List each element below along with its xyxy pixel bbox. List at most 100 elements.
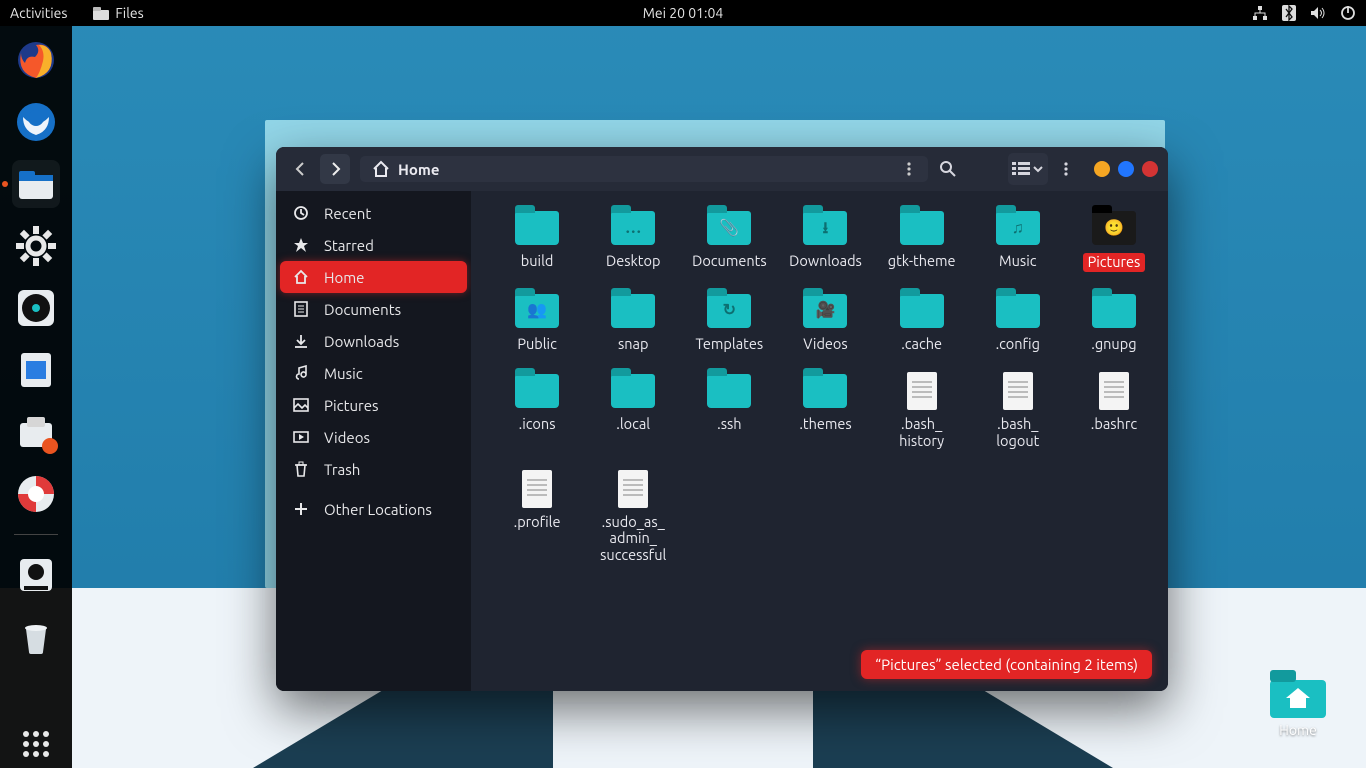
sidebar-item-label: Documents <box>324 301 401 318</box>
folder-icon <box>515 211 559 245</box>
sidebar-item-documents[interactable]: Documents <box>276 293 471 325</box>
file-item[interactable]: build <box>489 205 585 278</box>
sidebar-item-recent[interactable]: Recent <box>276 197 471 229</box>
file-item[interactable]: .bashrc <box>1066 368 1162 455</box>
power-icon[interactable] <box>1340 5 1356 21</box>
panel-app-label: Files <box>115 5 143 21</box>
file-item[interactable]: 🙂Pictures <box>1066 205 1162 278</box>
file-item[interactable]: .sudo_as_admin_successful <box>585 466 681 570</box>
file-item[interactable]: .icons <box>489 368 585 455</box>
file-item[interactable]: gtk-theme <box>874 205 970 278</box>
sidebar-item-starred[interactable]: Starred <box>276 229 471 261</box>
window-close[interactable] <box>1142 161 1158 177</box>
sidebar-item-music[interactable]: Music <box>276 357 471 389</box>
dock-thunderbird[interactable] <box>12 98 60 146</box>
panel-clock[interactable]: Mei 20 01:04 <box>643 5 724 21</box>
sidebar-item-videos[interactable]: Videos <box>276 421 471 453</box>
thunderbird-icon <box>15 101 57 143</box>
file-item[interactable]: 🎥Videos <box>777 288 873 359</box>
desktop-icon-home[interactable]: Home <box>1270 670 1326 738</box>
content-area[interactable]: build … Desktop 📎Documents⭳Downloads gtk-the… <box>471 191 1168 691</box>
file-item[interactable]: .bash_history <box>874 368 970 455</box>
desktop-icon-label: Home <box>1270 722 1326 738</box>
file-label: .local <box>616 416 650 433</box>
hamburger-menu[interactable] <box>1050 153 1082 185</box>
file-label: .icons <box>519 416 556 433</box>
sidebar-item-label: Pictures <box>324 397 379 414</box>
dock-help[interactable] <box>12 470 60 518</box>
file-item[interactable]: … Desktop <box>585 205 681 278</box>
path-bar[interactable]: Home <box>360 156 928 182</box>
sidebar-icon <box>292 502 310 516</box>
file-item[interactable]: .themes <box>777 368 873 455</box>
arrow-right-icon <box>327 161 343 177</box>
file-item[interactable]: ⭳Downloads <box>777 205 873 278</box>
gear-icon <box>16 226 56 266</box>
file-item[interactable]: .profile <box>489 466 585 570</box>
file-item[interactable]: 👥Public <box>489 288 585 359</box>
file-label: .themes <box>799 416 851 433</box>
volume-icon[interactable] <box>1310 6 1326 20</box>
folder-icon: ↻ <box>707 294 751 328</box>
file-item[interactable]: 📎Documents <box>681 205 777 278</box>
folder-icon <box>1092 294 1136 328</box>
file-label: .bash_logout <box>996 416 1039 449</box>
folder-icon <box>996 294 1040 328</box>
dock-mounted-device[interactable] <box>12 551 60 599</box>
arrow-left-icon <box>293 161 309 177</box>
search-button[interactable] <box>932 153 964 185</box>
sidebar-item-home[interactable]: Home <box>280 261 467 293</box>
file-label: Desktop <box>606 253 660 270</box>
file-item[interactable]: snap <box>585 288 681 359</box>
sidebar-item-label: Other Locations <box>324 501 432 518</box>
view-switcher[interactable] <box>1008 153 1048 185</box>
dock-show-applications[interactable] <box>12 720 60 768</box>
dock-software[interactable] <box>12 408 60 456</box>
sidebar-icon <box>292 301 310 317</box>
file-item[interactable]: .bash_logout <box>970 368 1066 455</box>
dock-rhythmbox[interactable] <box>12 284 60 332</box>
network-icon[interactable] <box>1252 5 1268 21</box>
dock <box>0 26 72 768</box>
panel-app-menu[interactable]: Files <box>93 5 143 21</box>
activities-button[interactable]: Activities <box>10 5 67 21</box>
top-panel: Activities Files Mei 20 01:04 <box>0 0 1366 26</box>
file-item[interactable]: .config <box>970 288 1066 359</box>
document-icon <box>15 349 57 391</box>
file-label: snap <box>618 336 649 353</box>
dock-libreoffice[interactable] <box>12 346 60 394</box>
file-label: gtk-theme <box>888 253 956 270</box>
path-menu-icon[interactable] <box>902 161 916 177</box>
dock-settings[interactable] <box>12 222 60 270</box>
search-icon <box>939 160 957 178</box>
forward-button[interactable] <box>320 154 350 184</box>
sidebar-item-pictures[interactable]: Pictures <box>276 389 471 421</box>
file-item[interactable]: ♫Music <box>970 205 1066 278</box>
folder-icon: 🎥 <box>803 294 847 328</box>
file-item[interactable]: .gnupg <box>1066 288 1162 359</box>
folder-icon: 🙂 <box>1092 211 1136 245</box>
files-icon <box>15 163 57 205</box>
dock-files[interactable] <box>12 160 60 208</box>
folder-icon: ♫ <box>996 211 1040 245</box>
sidebar-item-label: Starred <box>324 237 374 254</box>
titlebar[interactable]: Home <box>276 147 1168 191</box>
window-minimize[interactable] <box>1094 161 1110 177</box>
bluetooth-icon[interactable] <box>1282 5 1296 21</box>
home-icon <box>372 160 390 178</box>
files-icon <box>93 6 109 20</box>
dock-trash[interactable] <box>12 613 60 661</box>
folder-icon <box>707 374 751 408</box>
file-item[interactable]: ↻Templates <box>681 288 777 359</box>
file-item[interactable]: .local <box>585 368 681 455</box>
folder-icon: … <box>611 211 655 245</box>
file-item[interactable]: .ssh <box>681 368 777 455</box>
window-maximize[interactable] <box>1118 161 1134 177</box>
dock-firefox[interactable] <box>12 36 60 84</box>
sidebar-item-other-locations[interactable]: Other Locations <box>276 493 471 525</box>
back-button[interactable] <box>286 154 316 184</box>
file-label: .sudo_as_admin_successful <box>600 514 666 564</box>
sidebar-item-downloads[interactable]: Downloads <box>276 325 471 357</box>
file-item[interactable]: .cache <box>874 288 970 359</box>
sidebar-item-trash[interactable]: Trash <box>276 453 471 485</box>
